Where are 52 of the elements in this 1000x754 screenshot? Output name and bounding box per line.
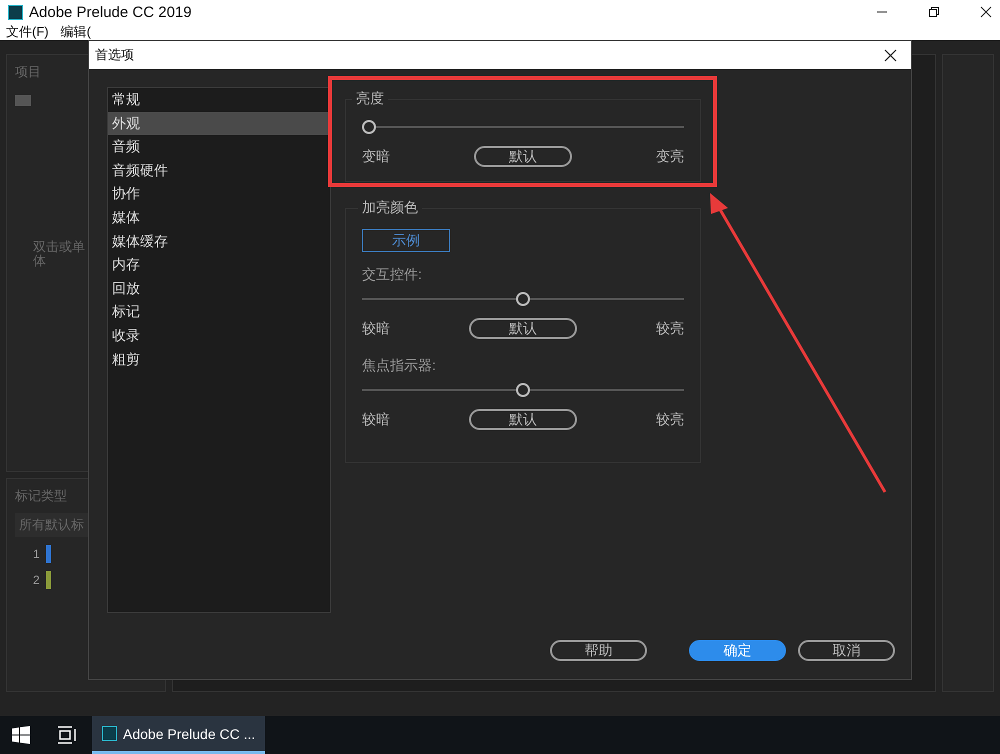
- folder-icon: [15, 95, 31, 106]
- slider-label: 交互控件:: [362, 266, 423, 284]
- category-item[interactable]: 粗剪: [108, 348, 330, 372]
- slider-thumb[interactable]: [516, 383, 530, 397]
- menu-item[interactable]: 文件(F): [6, 24, 49, 40]
- app-logo-icon: [102, 726, 117, 741]
- default-button[interactable]: 默认: [474, 146, 572, 167]
- category-item[interactable]: 协作: [108, 182, 330, 206]
- group-title: 加亮颜色: [358, 199, 422, 217]
- menu-item[interactable]: 编辑(: [60, 24, 91, 40]
- group-title: 亮度: [352, 90, 388, 108]
- category-item[interactable]: 媒体: [108, 206, 330, 230]
- slider-max-label: 变亮: [656, 148, 684, 166]
- slider-thumb[interactable]: [516, 292, 530, 306]
- slider-min-label: 变暗: [362, 148, 390, 166]
- category-item[interactable]: 媒体缓存: [108, 230, 330, 254]
- task-view-icon[interactable]: [57, 726, 77, 744]
- category-item[interactable]: 收录: [108, 324, 330, 348]
- slider-max-label: 较亮: [656, 410, 684, 428]
- slider-min-label: 较暗: [362, 320, 390, 338]
- window-title: Adobe Prelude CC 2019: [29, 4, 192, 20]
- marker-number: 2: [33, 573, 40, 587]
- slider-thumb[interactable]: [362, 120, 376, 134]
- marker-number: 1: [33, 547, 40, 561]
- dialog-title: 首选项: [95, 46, 134, 64]
- app-logo-icon: [8, 4, 23, 20]
- dialog-button[interactable]: 帮助: [550, 640, 647, 661]
- slider-track[interactable]: [362, 292, 684, 306]
- close-icon[interactable]: [884, 48, 897, 62]
- category-item[interactable]: 常规: [108, 88, 330, 112]
- restore-icon[interactable]: [928, 6, 940, 18]
- close-icon[interactable]: [980, 6, 992, 18]
- panel-title: 标记类型: [15, 487, 68, 505]
- taskbar-app-button[interactable]: Adobe Prelude CC ...: [92, 716, 266, 754]
- sample-button[interactable]: 示例: [362, 229, 450, 252]
- dialog-button[interactable]: 取消: [798, 640, 895, 661]
- slider-label: 焦点指示器:: [362, 357, 437, 375]
- slider-track[interactable]: [362, 383, 684, 397]
- category-item[interactable]: 标记: [108, 300, 330, 324]
- windows-logo-icon[interactable]: [12, 726, 30, 744]
- panel-title: 项目: [15, 63, 41, 81]
- category-item[interactable]: 外观: [108, 112, 330, 136]
- category-item[interactable]: 音频硬件: [108, 158, 330, 182]
- slider-max-label: 较亮: [656, 320, 684, 338]
- category-item[interactable]: 音频: [108, 135, 330, 159]
- slider-track[interactable]: [362, 120, 684, 134]
- slider-min-label: 较暗: [362, 410, 390, 428]
- category-item[interactable]: 回放: [108, 276, 330, 300]
- category-item[interactable]: 内存: [108, 253, 330, 277]
- default-button[interactable]: 默认: [469, 318, 577, 339]
- default-button[interactable]: 默认: [469, 409, 577, 430]
- panel-hint: 双击或单 体: [33, 240, 86, 268]
